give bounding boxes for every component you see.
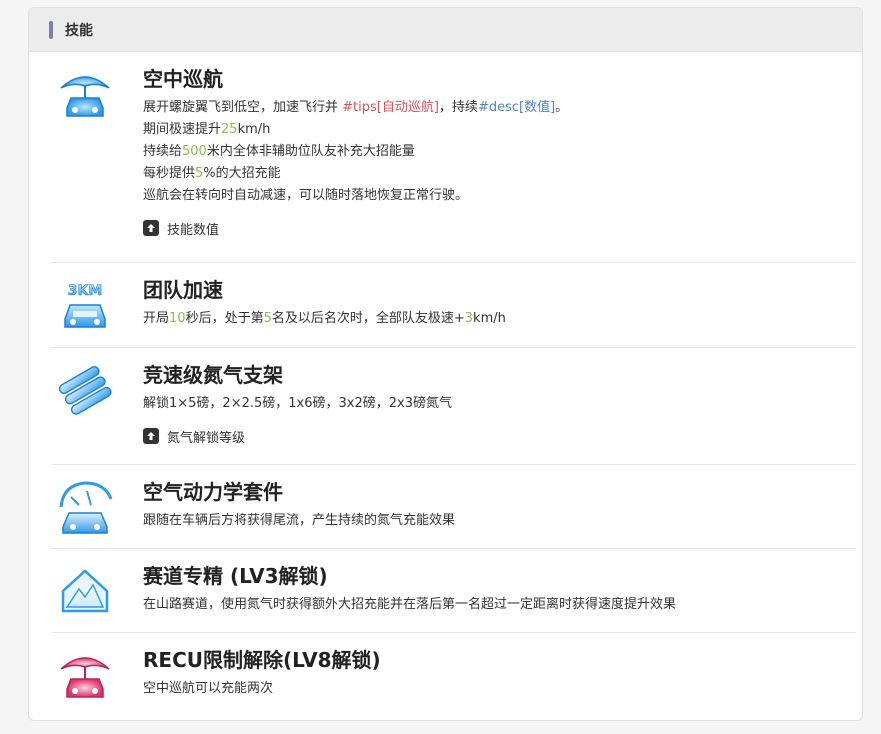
desc-text: ，持续 bbox=[438, 100, 478, 115]
skill-item: 空中巡航 展开螺旋翼飞到低空，加速飞行并 #tips[自动巡航]，持续#desc… bbox=[51, 52, 856, 263]
section-title: 技能 bbox=[65, 22, 93, 39]
helicopter-car-pink-icon bbox=[55, 645, 115, 705]
skill-body: 空中巡航 展开螺旋翼飞到低空，加速飞行并 #tips[自动巡航]，持续#desc… bbox=[143, 52, 843, 249]
skill-list: 空中巡航 展开螺旋翼飞到低空，加速飞行并 #tips[自动巡航]，持续#desc… bbox=[29, 52, 862, 719]
skill-title: 团队加速 bbox=[143, 278, 223, 302]
desc-text: 米内全体非辅助位队友补充大招能量 bbox=[206, 144, 415, 159]
desc-number: 10 bbox=[169, 311, 186, 326]
desc-text: km/h bbox=[473, 311, 506, 326]
skill-description: 跟随在车辆后方将获得尾流，产生持续的氮气充能效果 bbox=[143, 513, 456, 528]
nitro-unlock-level-toggle[interactable]: 氮气解锁等级 bbox=[143, 425, 843, 447]
skill-item: 空气动力学套件 跟随在车辆后方将获得尾流，产生持续的氮气充能效果 bbox=[51, 465, 856, 549]
skill-title: 空中巡航 bbox=[143, 67, 223, 91]
skill-values-toggle[interactable]: 技能数值 bbox=[143, 217, 843, 239]
aero-kit-icon bbox=[55, 477, 115, 537]
skill-body: 空气动力学套件 跟随在车辆后方将获得尾流，产生持续的氮气充能效果 bbox=[143, 465, 843, 542]
nitro-rack-icon bbox=[55, 360, 115, 420]
skill-description: 在山路赛道，使用氮气时获得额外大招充能并在落后第一名超过一定距离时获得速度提升效… bbox=[143, 597, 677, 612]
desc-text: 名及以后名次时，全部队友极速+ bbox=[271, 311, 465, 326]
mountain-track-icon bbox=[55, 561, 115, 621]
desc-number: 3 bbox=[464, 311, 474, 326]
desc-number: 25 bbox=[221, 122, 238, 137]
upgrade-arrow-icon bbox=[143, 428, 159, 444]
skills-card: 技能 空中巡航 展开螺旋翼飞到低空，加速飞行并 #tips[自动巡航]，持续#d… bbox=[28, 7, 863, 721]
desc-text: 秒后，处于第 bbox=[185, 311, 264, 326]
icon-text: 3KM bbox=[68, 283, 103, 299]
desc-text: 期间极速提升 bbox=[143, 122, 222, 137]
skill-title: 空气动力学套件 bbox=[143, 480, 283, 504]
desc-text: 展开螺旋翼飞到低空，加速飞行并 bbox=[143, 100, 343, 115]
desc-text: 。 bbox=[555, 100, 569, 115]
desc-text: 开局 bbox=[143, 311, 170, 326]
desc-text: %的大招充能 bbox=[203, 166, 281, 181]
skill-description: 开局10秒后，处于第5名及以后名次时，全部队友极速+3km/h bbox=[143, 308, 843, 330]
upgrade-label: 氮气解锁等级 bbox=[167, 430, 246, 446]
skill-item: RECU限制解除(LV8解锁) 空中巡航可以充能两次 bbox=[51, 633, 856, 719]
skill-title: RECU限制解除(LV8解锁) bbox=[143, 648, 381, 672]
skill-description: 空中巡航可以充能两次 bbox=[143, 681, 274, 696]
skill-description: 展开螺旋翼飞到低空，加速飞行并 #tips[自动巡航]，持续#desc[数值]。… bbox=[143, 97, 843, 207]
desc-value-link[interactable]: #desc[数值] bbox=[478, 100, 555, 115]
skill-title: 竞速级氮气支架 bbox=[143, 363, 283, 387]
tips-auto-cruise-link[interactable]: #tips[自动巡航] bbox=[342, 100, 439, 115]
section-header: 技能 bbox=[29, 8, 862, 52]
skill-description: 解锁1×5磅，2×2.5磅，1x6磅，3x2磅，2x3磅氮气 bbox=[143, 396, 452, 411]
desc-text: km/h bbox=[237, 122, 271, 137]
skill-body: 赛道专精 (LV3解锁) 在山路赛道，使用氮气时获得额外大招充能并在落后第一名超… bbox=[143, 549, 843, 626]
upgrade-label: 技能数值 bbox=[167, 222, 220, 238]
upgrade-arrow-icon bbox=[143, 220, 159, 236]
skill-body: 竞速级氮气支架 解锁1×5磅，2×2.5磅，1x6磅，3x2磅，2x3磅氮气 氮… bbox=[143, 348, 843, 457]
desc-text: 巡航会在转向时自动减速，可以随时落地恢复正常行驶。 bbox=[143, 188, 469, 203]
team-speed-icon: 3KM bbox=[55, 275, 115, 335]
desc-text: 每秒提供 bbox=[143, 166, 196, 181]
skill-body: 团队加速 开局10秒后，处于第5名及以后名次时，全部队友极速+3km/h bbox=[143, 263, 843, 340]
skill-body: RECU限制解除(LV8解锁) 空中巡航可以充能两次 bbox=[143, 633, 843, 710]
header-accent-bar bbox=[49, 20, 53, 39]
desc-text: 持续给 bbox=[143, 144, 183, 159]
skill-item: 3KM 团队加速 开局10秒后，处于第5名及以后名次时，全部队友极速+3km/h bbox=[51, 263, 856, 348]
skill-item: 赛道专精 (LV3解锁) 在山路赛道，使用氮气时获得额外大招充能并在落后第一名超… bbox=[51, 549, 856, 633]
desc-number: 500 bbox=[182, 144, 207, 159]
desc-number: 5 bbox=[263, 311, 272, 326]
helicopter-car-icon bbox=[55, 64, 115, 124]
skill-title: 赛道专精 (LV3解锁) bbox=[143, 564, 328, 588]
skill-item: 竞速级氮气支架 解锁1×5磅，2×2.5磅，1x6磅，3x2磅，2x3磅氮气 氮… bbox=[51, 348, 856, 465]
